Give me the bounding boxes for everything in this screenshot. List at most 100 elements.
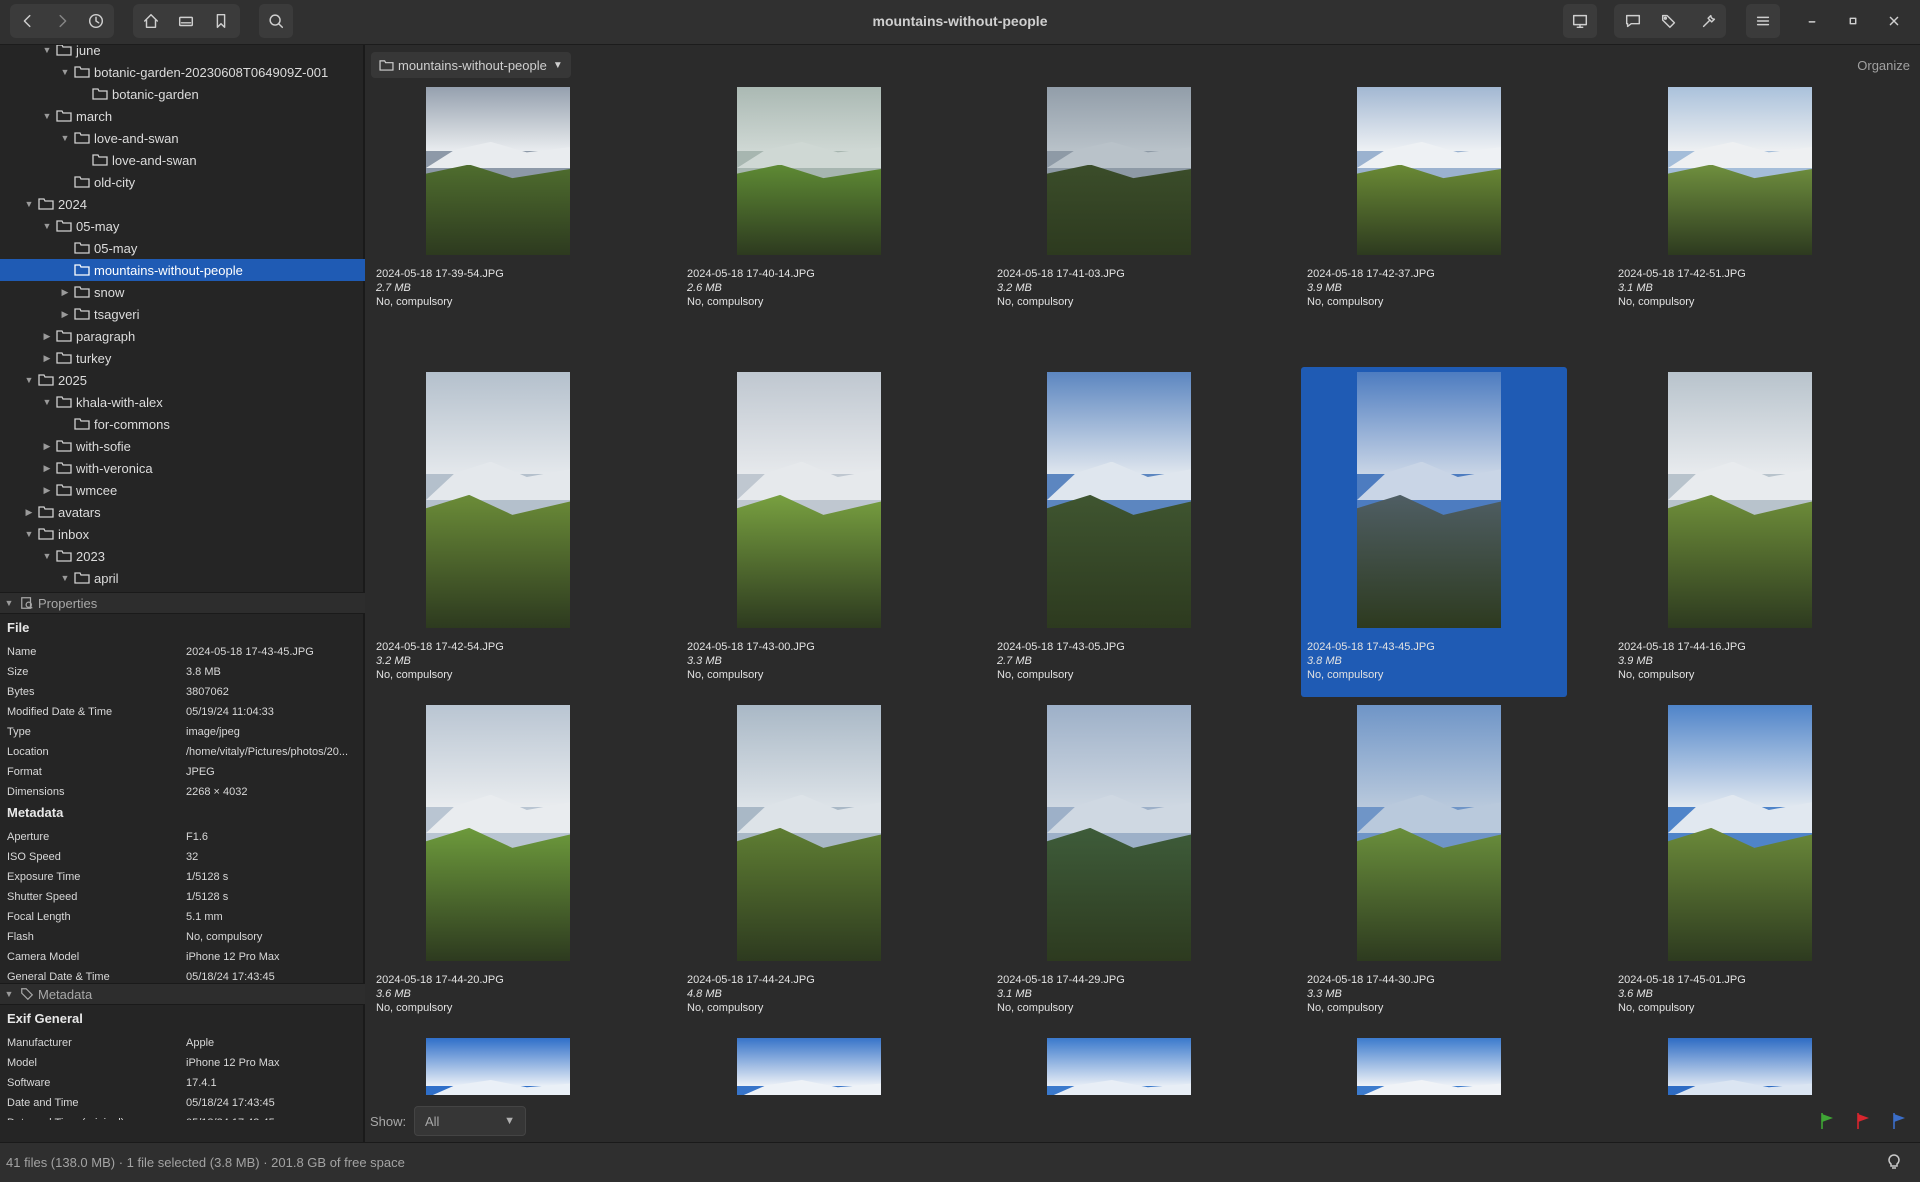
chevron-down-icon[interactable]: ▼ <box>22 373 36 387</box>
tree-item[interactable]: ▼ march <box>0 105 365 127</box>
thumbnail-item[interactable]: 2024-05-18 17-39-54.JPG 2.7 MB No, compuls… <box>370 87 636 308</box>
thumbnail-item[interactable]: 2024-05-18 17-43-45.JPG 3.8 MB No, compuls… <box>1301 367 1567 697</box>
tree-item[interactable]: ▶ paragraph <box>0 325 365 347</box>
tree-item[interactable]: ▼ 2025 <box>0 369 365 391</box>
chevron-down-icon[interactable]: ▼ <box>40 45 54 57</box>
show-filter-select[interactable]: All ▼ <box>414 1106 526 1136</box>
thumbnail-item[interactable]: 2024-05-18 17-44-24.JPG 4.8 MB No, compuls… <box>681 705 947 1025</box>
chevron-down-icon[interactable]: ▼ <box>58 131 72 145</box>
tree-item-label: turkey <box>76 350 112 366</box>
thumbnail-item[interactable]: 2024-05-18 17-44-20.JPG 3.6 MB No, compuls… <box>370 705 636 1025</box>
tree-item[interactable]: ▼ april <box>0 567 365 589</box>
tree-item[interactable]: love-and-swan <box>0 149 365 171</box>
red-flag-icon[interactable] <box>1855 1112 1871 1130</box>
tree-item[interactable]: ▼ 2024 <box>0 193 365 215</box>
photo-filename: 2024-05-18 17-43-05.JPG <box>997 641 1125 653</box>
tree-item[interactable]: botanic-garden <box>0 83 365 105</box>
tree-item[interactable]: ▼ botanic-garden-20230608T064909Z-001 <box>0 61 365 83</box>
history-button[interactable] <box>80 5 112 37</box>
main-menu-button[interactable] <box>1746 4 1780 38</box>
chevron-down-icon[interactable]: ▼ <box>40 395 54 409</box>
tree-item[interactable]: ▼ love-and-swan <box>0 127 365 149</box>
thumbnail-item[interactable]: 2024-05-18 17-45-01.JPG 3.6 MB No, compuls… <box>1612 705 1878 1025</box>
thumbnail-item[interactable] <box>681 1038 947 1095</box>
tree-item[interactable]: ▼ inbox <box>0 523 365 545</box>
property-key: Location <box>7 746 49 758</box>
close-button[interactable] <box>1878 5 1910 37</box>
thumbnail-caption: 2024-05-18 17-42-51.JPG 3.1 MB No, compuls… <box>1618 267 1746 309</box>
tree-item[interactable]: ▶ tsagveri <box>0 303 365 325</box>
thumbnail-hill <box>1668 164 1812 255</box>
tree-item[interactable]: ▼ 2023 <box>0 545 365 567</box>
properties-header[interactable]: ▼ Properties <box>0 592 365 614</box>
tree-item[interactable]: ▶ avatars <box>0 501 365 523</box>
path-folder-button[interactable]: mountains-without-people ▼ <box>371 52 571 78</box>
thumbnail-item[interactable] <box>1301 1038 1567 1095</box>
chevron-right-icon[interactable]: ▶ <box>58 285 72 299</box>
tree-item[interactable]: mountains-without-people <box>0 259 365 281</box>
tree-item[interactable]: 05-may <box>0 237 365 259</box>
chevron-right-icon[interactable]: ▶ <box>40 351 54 365</box>
chevron-right-icon[interactable]: ▶ <box>40 461 54 475</box>
organize-button[interactable]: Organize <box>1857 58 1910 73</box>
tree-item[interactable]: ▶ turkey <box>0 347 365 369</box>
bookmark-button[interactable] <box>205 5 237 37</box>
thumbnail-item[interactable] <box>370 1038 636 1095</box>
thumbnail-item[interactable]: 2024-05-18 17-43-00.JPG 3.3 MB No, compuls… <box>681 372 947 692</box>
chevron-down-icon[interactable]: ▼ <box>58 65 72 79</box>
thumbnail-item[interactable]: 2024-05-18 17-40-14.JPG 2.6 MB No, compuls… <box>681 87 947 308</box>
thumbnail-item[interactable]: 2024-05-18 17-41-03.JPG 3.2 MB No, compuls… <box>991 87 1257 308</box>
thumbnail-item[interactable] <box>991 1038 1257 1095</box>
comment-icon <box>1625 14 1641 28</box>
property-key: Model <box>7 1057 37 1069</box>
blue-flag-icon[interactable] <box>1891 1112 1907 1130</box>
chevron-down-icon[interactable]: ▼ <box>40 109 54 123</box>
search-button[interactable] <box>259 4 293 38</box>
minimize-button[interactable] <box>1796 5 1828 37</box>
tags-button[interactable] <box>1653 5 1685 37</box>
tree-item[interactable]: ▼ 05-may <box>0 215 365 237</box>
slideshow-button[interactable] <box>1563 4 1597 38</box>
tree-item[interactable]: ▼ june <box>0 45 365 61</box>
chevron-down-icon[interactable]: ▼ <box>40 219 54 233</box>
tree-item[interactable]: ▶ with-veronica <box>0 457 365 479</box>
chevron-right-icon[interactable]: ▶ <box>58 307 72 321</box>
chevron-right-icon[interactable]: ▶ <box>40 483 54 497</box>
tree-item[interactable]: ▶ with-sofie <box>0 435 365 457</box>
hint-button[interactable] <box>1884 1151 1908 1175</box>
metadata-header[interactable]: ▼ Metadata <box>0 983 365 1005</box>
tree-item[interactable]: old-city <box>0 171 365 193</box>
chevron-down-icon[interactable]: ▼ <box>40 549 54 563</box>
close-icon <box>1889 16 1899 26</box>
chevron-right-icon[interactable]: ▶ <box>22 505 36 519</box>
chevron-right-icon[interactable]: ▶ <box>40 329 54 343</box>
tree-item[interactable]: ▶ wmcee <box>0 479 365 501</box>
thumbnail-sky <box>737 1038 881 1086</box>
back-button[interactable] <box>12 5 44 37</box>
tree-item[interactable]: ▶ snow <box>0 281 365 303</box>
tree-item[interactable]: for-commons <box>0 413 365 435</box>
folder-icon <box>38 505 56 519</box>
chevron-down-icon[interactable]: ▼ <box>22 197 36 211</box>
thumbnail-item[interactable]: 2024-05-18 17-42-37.JPG 3.9 MB No, compuls… <box>1301 87 1567 308</box>
tree-item-label: with-veronica <box>76 460 153 476</box>
photo-thumbnail <box>1668 87 1812 255</box>
chevron-down-icon[interactable]: ▼ <box>58 571 72 585</box>
forward-button[interactable] <box>46 5 78 37</box>
drive-button[interactable] <box>170 5 202 37</box>
thumbnail-item[interactable]: 2024-05-18 17-43-05.JPG 2.7 MB No, compuls… <box>991 372 1257 692</box>
thumbnail-item[interactable]: 2024-05-18 17-44-29.JPG 3.1 MB No, compuls… <box>991 705 1257 1025</box>
thumbnail-item[interactable]: 2024-05-18 17-42-51.JPG 3.1 MB No, compuls… <box>1612 87 1878 308</box>
green-flag-icon[interactable] <box>1819 1112 1835 1130</box>
tools-button[interactable] <box>1693 5 1725 37</box>
chevron-down-icon[interactable]: ▼ <box>22 527 36 541</box>
chevron-right-icon[interactable]: ▶ <box>40 439 54 453</box>
maximize-button[interactable] <box>1837 5 1869 37</box>
tree-item[interactable]: ▼ khala-with-alex <box>0 391 365 413</box>
thumbnail-item[interactable] <box>1612 1038 1878 1095</box>
home-button[interactable] <box>135 5 167 37</box>
comment-button[interactable] <box>1617 5 1649 37</box>
thumbnail-item[interactable]: 2024-05-18 17-44-16.JPG 3.9 MB No, compuls… <box>1612 372 1878 692</box>
thumbnail-item[interactable]: 2024-05-18 17-42-54.JPG 3.2 MB No, compuls… <box>370 372 636 692</box>
thumbnail-item[interactable]: 2024-05-18 17-44-30.JPG 3.3 MB No, compuls… <box>1301 705 1567 1025</box>
